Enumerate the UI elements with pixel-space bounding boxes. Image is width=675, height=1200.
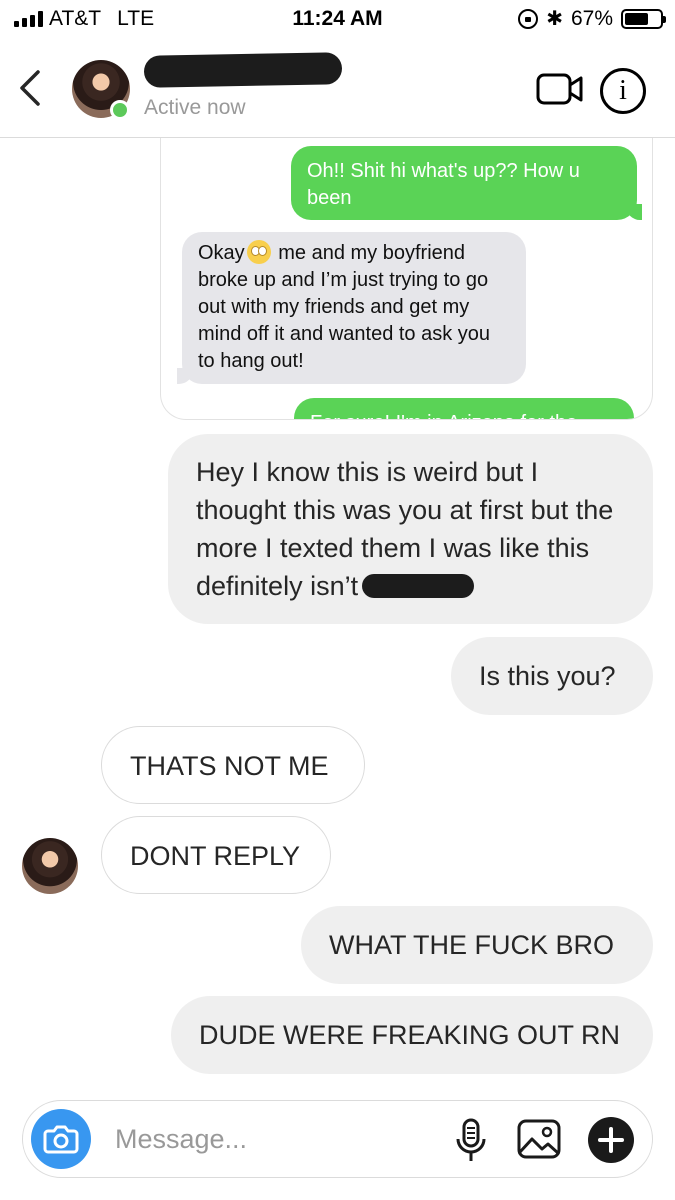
message-input[interactable] bbox=[115, 1119, 435, 1159]
chevron-left-icon bbox=[20, 70, 40, 106]
flushed-face-icon bbox=[246, 240, 271, 264]
message-text: DUDE WERE FREAKING OUT RN bbox=[199, 1020, 621, 1050]
back-button[interactable] bbox=[14, 68, 50, 108]
status-bar-right: ✱ 67% bbox=[518, 6, 666, 31]
message-text: Is this you? bbox=[479, 661, 616, 691]
info-icon: i bbox=[619, 75, 627, 106]
info-button[interactable]: i bbox=[600, 68, 646, 114]
video-call-icon bbox=[536, 73, 583, 105]
message-outgoing[interactable]: DUDE WERE FREAKING OUT RN bbox=[171, 996, 653, 1074]
message-outgoing[interactable]: WHAT THE FUCK BRO bbox=[301, 906, 653, 984]
plus-button[interactable] bbox=[588, 1117, 634, 1163]
message-text: WHAT THE FUCK BRO bbox=[329, 930, 615, 960]
battery-icon bbox=[621, 8, 666, 29]
message-outgoing[interactable]: Hey I know this is weird but I thought t… bbox=[168, 434, 653, 624]
sms-text: Okay bbox=[198, 242, 245, 264]
contact-name-redacted[interactable] bbox=[143, 52, 343, 88]
sms-incoming: Okay me and my boyfriend broke up and I’… bbox=[177, 232, 526, 384]
message-outgoing[interactable]: Is this you? bbox=[451, 637, 653, 715]
camera-button[interactable] bbox=[31, 1109, 91, 1169]
chat-header: Active now i bbox=[0, 38, 675, 138]
sms-text: For sure! I'm in Arizona for the bbox=[310, 410, 618, 419]
message-text: THATS NOT ME bbox=[130, 751, 329, 781]
gallery-icon bbox=[517, 1119, 561, 1159]
redaction-mark bbox=[362, 574, 475, 598]
status-bar: AT&T LTE 11:24 AM ✱ 67% bbox=[0, 0, 675, 38]
message-text: DONT REPLY bbox=[130, 841, 301, 871]
shared-screenshot[interactable]: Oh!! Shit hi what's up?? How u been Okay… bbox=[160, 138, 653, 420]
plus-icon bbox=[598, 1127, 624, 1153]
camera-icon bbox=[43, 1125, 79, 1154]
microphone-button[interactable] bbox=[453, 1117, 489, 1165]
sms-text: Oh!! Shit hi what's up?? How u been bbox=[307, 160, 580, 209]
rotation-lock-icon bbox=[518, 8, 539, 29]
sender-avatar[interactable] bbox=[22, 838, 78, 894]
sms-outgoing: Oh!! Shit hi what's up?? How u been bbox=[291, 146, 642, 220]
message-incoming[interactable]: DONT REPLY bbox=[101, 816, 331, 894]
active-status-dot bbox=[110, 100, 130, 120]
active-status-label: Active now bbox=[144, 96, 246, 119]
video-call-button[interactable] bbox=[536, 72, 584, 106]
microphone-icon bbox=[456, 1118, 486, 1161]
message-composer bbox=[22, 1100, 653, 1178]
battery-fill bbox=[625, 12, 648, 25]
battery-percent: 67% bbox=[570, 6, 613, 30]
sms-outgoing-cropped: For sure! I'm in Arizona for the bbox=[294, 398, 634, 419]
message-incoming[interactable]: THATS NOT ME bbox=[101, 726, 365, 804]
bluetooth-icon: ✱ bbox=[546, 8, 563, 30]
gallery-button[interactable] bbox=[517, 1119, 561, 1159]
